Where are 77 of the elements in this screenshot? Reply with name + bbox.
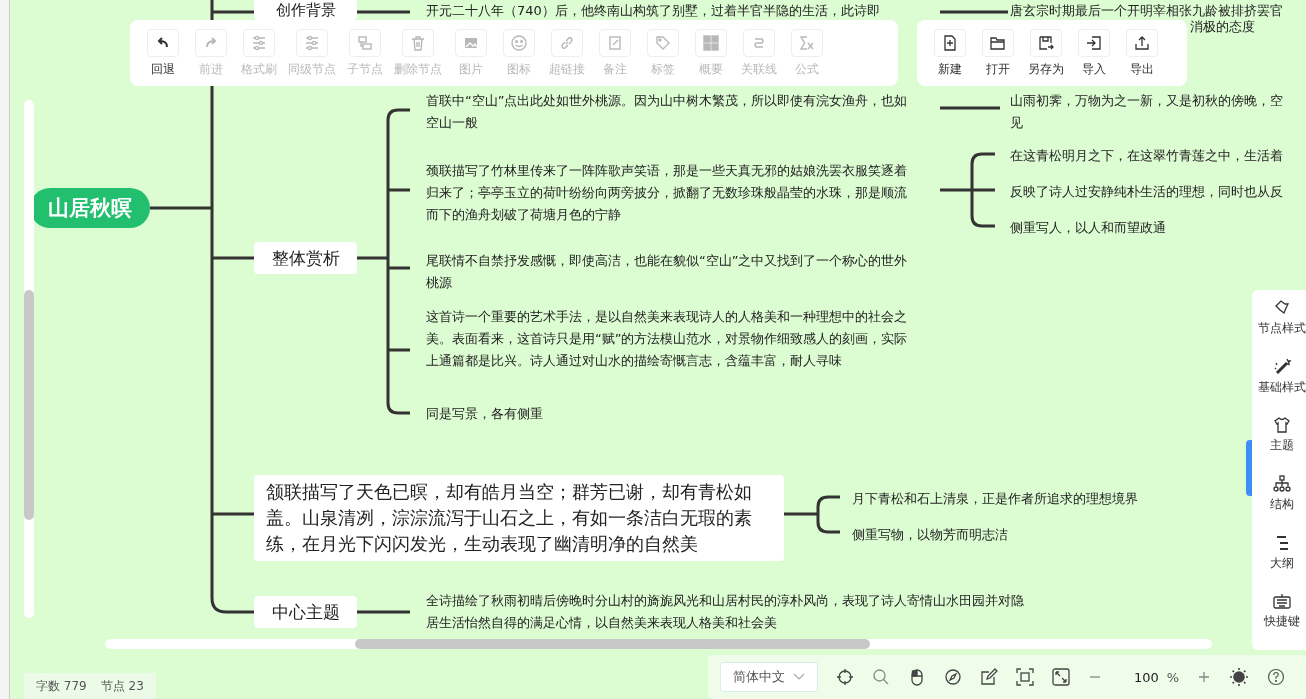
edit-icon[interactable]	[980, 668, 998, 686]
branch-node[interactable]: 中心主题	[254, 596, 357, 628]
link-icon	[551, 28, 583, 57]
side-panel-button[interactable]: 快捷键	[1252, 591, 1306, 651]
vertical-scrollbar[interactable]	[24, 100, 34, 618]
node-text[interactable]: 消极的态度	[1190, 16, 1255, 38]
node-text[interactable]: 见	[1010, 112, 1023, 134]
toolbar-button[interactable]: 另存为	[1023, 28, 1069, 78]
connector-line	[357, 10, 410, 14]
node-text[interactable]: 月下青松和石上清泉，正是作者所追求的理想境界	[852, 488, 1138, 510]
side-panel-button[interactable]: 节点样式	[1252, 298, 1306, 357]
shirt-icon	[1272, 415, 1292, 436]
tag-icon	[647, 28, 679, 57]
toolbar-button[interactable]: 导入	[1071, 28, 1117, 78]
chevron-down-icon	[793, 673, 805, 681]
export-icon	[1126, 28, 1158, 57]
status-text: 节点 23	[100, 677, 144, 695]
structure-icon	[1272, 474, 1292, 494]
node-text[interactable]: 首联中“空山”点出此处如世外桃源。因为山中树木繁茂，所以即使有浣女渔舟，也如空山一般	[426, 90, 918, 134]
node-text[interactable]: 颈联描写了竹林里传来了一阵阵歌声笑语，那是一些天真无邪的姑娘洗罢衣服笑逐着归来了；亭亭玉立的荷叶纷纷向两旁披分，掀翻了无数珍珠般晶莹的水珠，那是顺流而下的渔舟划破了荷塘月色的宁静	[426, 160, 918, 226]
node-text[interactable]: 侧重写物，以物芳而明志洁	[852, 524, 1008, 546]
magic-wand-icon	[1272, 356, 1292, 377]
folder-icon	[982, 28, 1014, 57]
keyboard-icon	[1272, 591, 1292, 612]
connector-line	[940, 106, 1000, 110]
side-panel-button[interactable]: 结构	[1252, 474, 1306, 533]
mouse-icon[interactable]	[908, 668, 926, 686]
new-file-icon	[934, 28, 966, 57]
node-text[interactable]: 全诗描绘了秋雨初晴后傍晚时分山村的旖旎风光和山居村民的淳朴风尚，表现了诗人寄情山水田园并对隐居生活怡然自得的满足心情，以自然美来表现人格美和社会美	[426, 590, 1026, 634]
side-panel-button[interactable]: 主题	[1252, 415, 1306, 474]
trash-icon	[402, 28, 434, 57]
toolbar-button[interactable]: 新建	[927, 28, 973, 78]
fullscreen-icon[interactable]	[1052, 668, 1070, 686]
formula-icon	[791, 28, 823, 57]
zoom-value: 100	[1134, 669, 1159, 685]
zoom-unit: %	[1166, 669, 1180, 685]
smiley-icon	[503, 28, 535, 57]
toolbar-button[interactable]: 打开	[975, 28, 1021, 78]
crosshair-icon[interactable]	[836, 668, 854, 686]
save-icon	[1030, 28, 1062, 57]
language-select[interactable]: 简体中文	[720, 662, 818, 692]
node-text[interactable]: 侧重写人，以人和而望政通	[1010, 217, 1166, 239]
connector-line	[357, 610, 410, 614]
fit-screen-icon[interactable]	[1016, 668, 1034, 686]
image-icon	[455, 28, 487, 57]
note-icon	[599, 28, 631, 57]
sun-icon[interactable]	[1229, 667, 1250, 687]
connector-line	[940, 10, 1008, 14]
search-icon[interactable]	[872, 668, 890, 686]
scrollbar-thumb[interactable]	[24, 290, 34, 520]
sliders-icon	[296, 28, 328, 57]
compass-icon[interactable]	[944, 668, 962, 686]
toolbar-button[interactable]: 导出	[1119, 28, 1165, 78]
scrollbar-thumb[interactable]	[355, 639, 870, 649]
node-text[interactable]: 开元二十八年（740）后，他终南山构筑了别墅，过着半官半隐的生活，此诗即	[426, 0, 880, 22]
side-panel-button[interactable]: 基础样式	[1252, 356, 1306, 416]
node-text[interactable]: 这首诗一个重要的艺术手法，是以自然美来表现诗人的人格美和一种理想中的社会之美。表面看来，这首诗只是用“赋”的方法模山范水，对景物作细致感人的刻画，实际上通篇都是比兴。诗人通过对山水的描绘寄慨言志，含蕴丰富，耐人寻味	[426, 306, 918, 372]
toolbar-button[interactable]: 回退	[140, 28, 186, 78]
status-text: 字数 779	[36, 677, 87, 695]
branch-node[interactable]: 整体赏析	[254, 242, 357, 274]
import-icon	[1078, 28, 1110, 57]
node-text[interactable]: 同是写景，各有侧重	[426, 403, 918, 425]
sliders-icon	[243, 28, 275, 57]
grid-icon	[695, 28, 727, 57]
node-text[interactable]: 在这青松明月之下，在这翠竹青莲之中，生活着	[1010, 145, 1283, 167]
relation-icon	[743, 28, 775, 57]
node-text[interactable]: 山雨初霁，万物为之一新，又是初秋的傍晚，空	[1010, 90, 1283, 112]
branch-node[interactable]: 颔联描写了天色已暝，却有皓月当空；群芳已谢，却有青松如盖。山泉清冽，淙淙流泻于山石之上，有如一条洁白无瑕的素练，在月光下闪闪发光，生动表现了幽清明净的自然美	[254, 475, 784, 561]
branch-node[interactable]: 创作背景	[254, 0, 357, 20]
horizontal-scrollbar[interactable]	[105, 639, 1212, 649]
redo-icon	[195, 28, 227, 57]
side-panel-button[interactable]: 大纲	[1252, 532, 1306, 592]
help-icon[interactable]	[1267, 668, 1286, 686]
node-icon	[349, 28, 381, 57]
undo-icon	[147, 28, 179, 57]
node-text[interactable]: 尾联情不自禁抒发感慨，即使高洁，也能在貌似“空山”之中又找到了一个称心的世外桃源	[426, 250, 918, 294]
node-text[interactable]: 反映了诗人过安静纯朴生活的理想，同时也从反	[1010, 181, 1283, 203]
